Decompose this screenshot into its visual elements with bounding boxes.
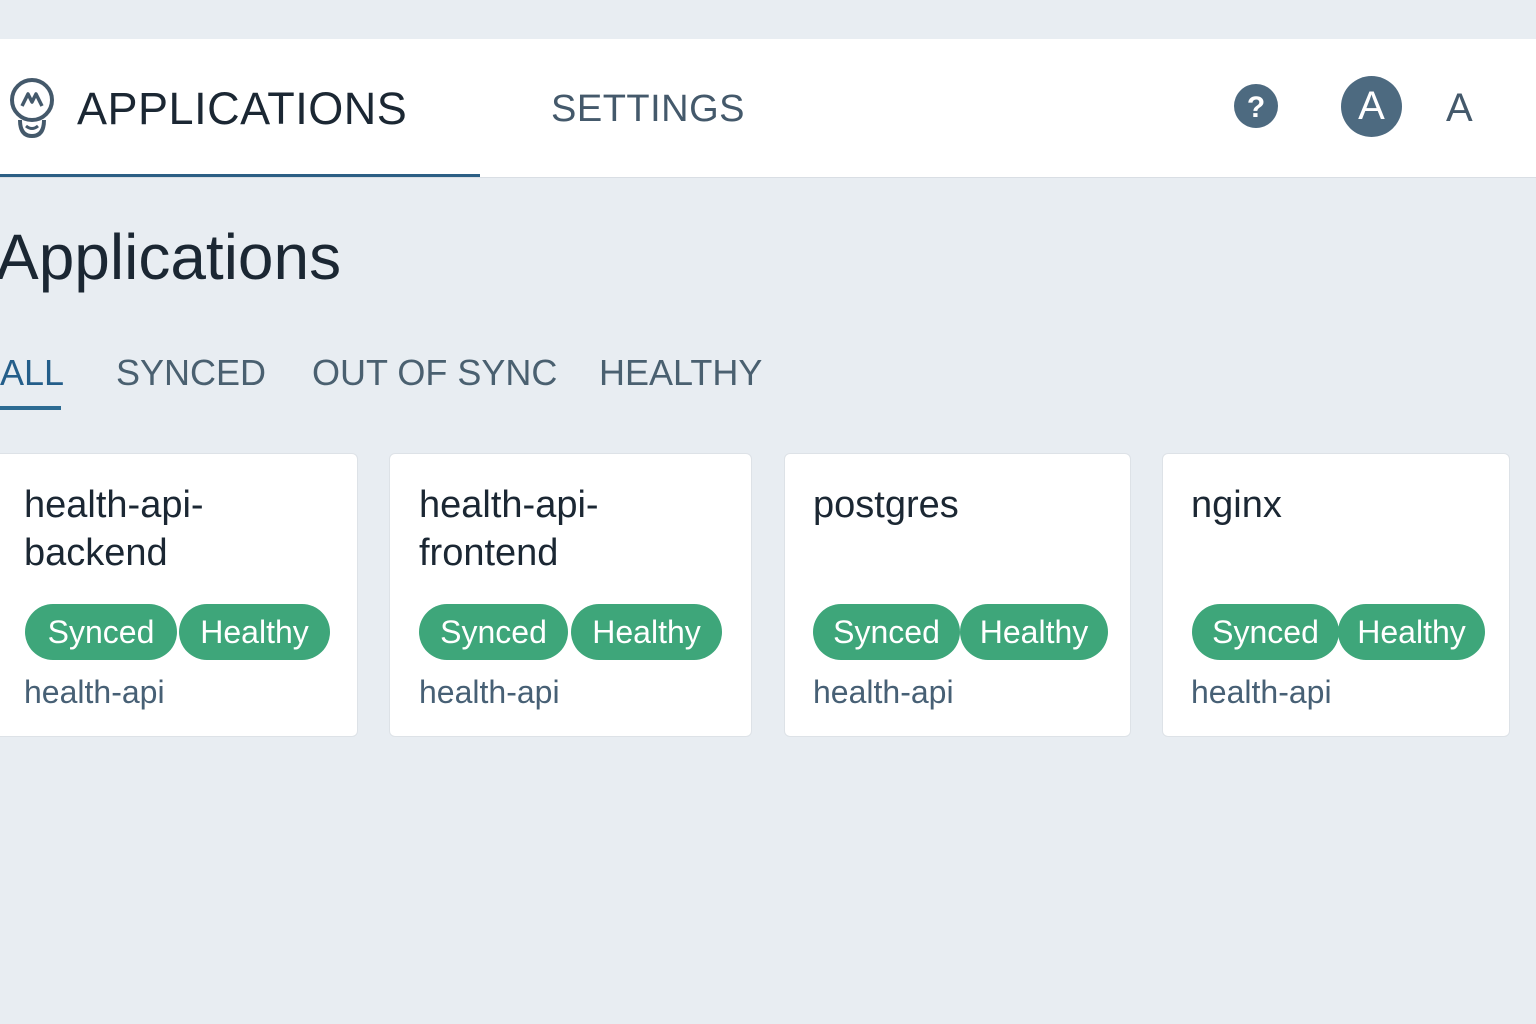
app-logo-icon <box>10 78 54 139</box>
health-status-badge: Healthy <box>1338 604 1485 660</box>
nav-tab-applications[interactable]: APPLICATIONS <box>0 39 480 177</box>
top-navigation-bar: APPLICATIONS SETTINGS ? A A <box>0 39 1536 178</box>
help-icon[interactable]: ? <box>1234 84 1278 128</box>
sync-status-badge: Synced <box>25 604 177 660</box>
user-menu-label[interactable]: A <box>1446 85 1473 131</box>
health-status-badge: Healthy <box>960 604 1108 660</box>
app-card-namespace: health-api <box>24 674 165 710</box>
filter-tab-all[interactable]: ALL <box>0 353 64 393</box>
app-card-namespace: health-api <box>813 674 954 710</box>
app-card-health-api-frontend[interactable]: health-api- frontend Synced Healthy heal… <box>389 453 752 737</box>
nav-tab-settings[interactable]: SETTINGS <box>551 86 745 132</box>
app-card-postgres[interactable]: postgres Synced Healthy health-api <box>784 453 1131 737</box>
app-card-title: nginx <box>1191 484 1282 526</box>
app-card-health-api-backend[interactable]: health-api- backend Synced Healthy healt… <box>0 453 358 737</box>
app-card-title: health-api- frontend <box>419 484 599 574</box>
user-avatar[interactable]: A <box>1341 76 1402 137</box>
app-card-title: postgres <box>813 484 959 526</box>
sync-status-badge: Synced <box>813 604 960 660</box>
app-card-namespace: health-api <box>419 674 560 710</box>
page-title: Applications <box>0 221 342 293</box>
filter-tab-out-of-sync[interactable]: OUT OF SYNC <box>312 353 557 393</box>
health-status-badge: Healthy <box>179 604 330 660</box>
app-card-nginx[interactable]: nginx Synced Healthy health-api <box>1162 453 1510 737</box>
active-tab-indicator <box>0 406 61 410</box>
filter-tab-healthy[interactable]: HEALTHY <box>599 353 762 393</box>
sync-status-badge: Synced <box>419 604 568 660</box>
app-card-title: health-api- backend <box>24 484 204 574</box>
health-status-badge: Healthy <box>571 604 722 660</box>
filter-tab-synced[interactable]: SYNCED <box>116 353 266 393</box>
app-card-namespace: health-api <box>1191 674 1332 710</box>
sync-status-badge: Synced <box>1192 604 1339 660</box>
nav-applications-label: APPLICATIONS <box>77 83 408 134</box>
svg-text:?: ? <box>1247 91 1265 124</box>
